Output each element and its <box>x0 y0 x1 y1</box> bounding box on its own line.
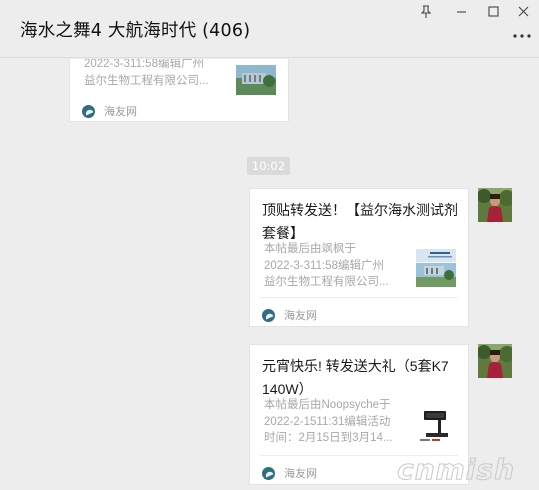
site-logo-icon <box>262 308 275 322</box>
chat-header: 海水之舞4 大航海时代 (406) <box>0 0 539 58</box>
site-logo-icon <box>262 466 275 480</box>
link-card-title: 元宵快乐! 转发送大礼（5套K7 140W） <box>262 358 449 397</box>
link-card-description: 本帖最后由Noopsyche于 2022-2-1511:31编辑活动 时间：2月… <box>264 399 393 444</box>
link-card-source: 海友网 <box>262 307 317 323</box>
avatar[interactable] <box>478 344 512 378</box>
more-options-icon[interactable] <box>511 28 533 44</box>
close-icon[interactable] <box>515 3 531 19</box>
link-card-message[interactable]: 2022-3-311:58编辑广州 益尔生物工程有限公司... 海友网 <box>69 59 289 122</box>
link-card-thumbnail <box>416 249 456 287</box>
link-card-title: 顶贴转发送！【益尔海水测试剂套餐】 <box>262 202 458 241</box>
minimize-icon[interactable] <box>453 3 469 19</box>
link-card-description: 本帖最后由飒枫于 2022-3-311:58编辑广州 益尔生物工程有限公司... <box>264 243 389 288</box>
link-card-source: 海友网 <box>82 103 137 119</box>
link-card-thumbnail <box>236 65 276 103</box>
message-list[interactable]: 2022-3-311:58编辑广州 益尔生物工程有限公司... 海友网 10:0… <box>0 59 539 490</box>
link-card-thumbnail <box>418 409 458 447</box>
maximize-icon[interactable] <box>485 3 501 19</box>
pin-icon[interactable] <box>418 3 434 19</box>
site-logo-icon <box>82 104 95 118</box>
message-timestamp: 10:02 <box>247 157 290 175</box>
avatar[interactable] <box>478 188 512 222</box>
link-card-source: 海友网 <box>262 465 317 481</box>
watermark: cnmish <box>397 453 515 487</box>
chat-title: 海水之舞4 大航海时代 (406) <box>20 21 251 41</box>
link-card-description: 2022-3-311:58编辑广州 益尔生物工程有限公司... <box>84 59 209 87</box>
link-card-message[interactable]: 顶贴转发送！【益尔海水测试剂套餐】 本帖最后由飒枫于 2022-3-311:58… <box>249 188 469 327</box>
